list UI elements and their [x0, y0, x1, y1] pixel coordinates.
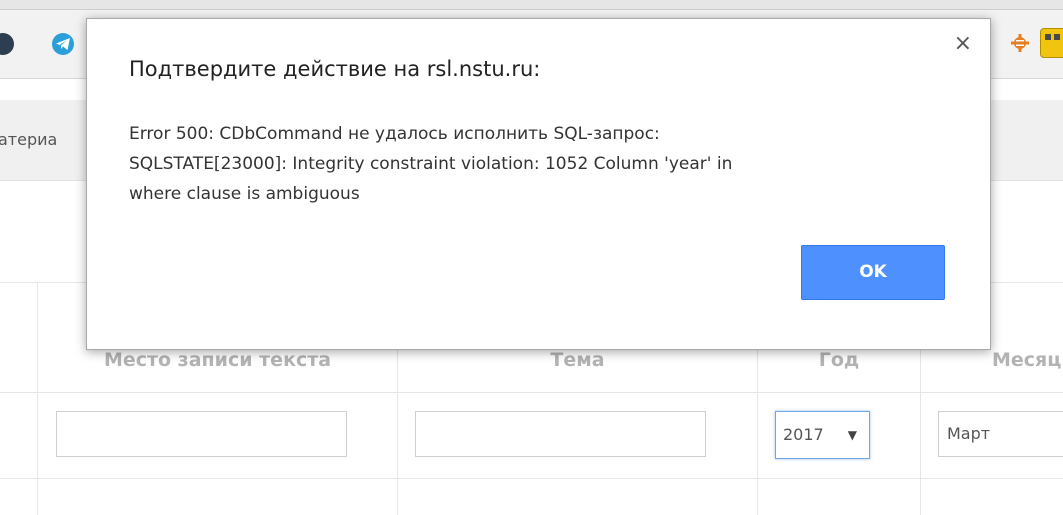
bus-window — [1054, 34, 1060, 40]
settings-gear-icon[interactable] — [1010, 33, 1030, 53]
toolbar-top-strip — [0, 0, 1063, 10]
nav-item-materials[interactable]: атериа — [0, 130, 57, 149]
place-filter-input[interactable] — [56, 411, 347, 457]
telegram-icon[interactable] — [52, 33, 74, 55]
bus-window — [1045, 34, 1051, 40]
dialog-message: Error 500: CDbCommand не удалось исполни… — [129, 119, 889, 209]
table-header-divider — [0, 392, 1063, 393]
month-select[interactable]: Март — [938, 411, 1063, 457]
dialog-message-line: Error 500: CDbCommand не удалось исполни… — [129, 124, 660, 144]
extension-dark-icon[interactable] — [0, 33, 14, 55]
header-month[interactable]: Месяц — [992, 340, 1063, 380]
year-select[interactable]: 2017 ▼ — [775, 411, 870, 459]
ok-button[interactable]: OK — [801, 245, 945, 300]
table-col-divider — [37, 282, 38, 515]
dialog-title: Подтвердите действие на rsl.nstu.ru: — [129, 57, 541, 81]
chevron-down-icon: ▼ — [847, 428, 857, 442]
year-select-value: 2017 — [783, 425, 824, 444]
dialog-message-line: SQLSTATE[23000]: Integrity constraint vi… — [129, 154, 733, 174]
dialog-message-line: where clause is ambiguous — [129, 184, 360, 204]
topic-filter-input[interactable] — [415, 411, 706, 457]
table-row-divider — [0, 478, 1063, 479]
confirm-dialog: × Подтвердите действие на rsl.nstu.ru: E… — [86, 18, 991, 350]
bus-icon[interactable] — [1040, 28, 1063, 58]
close-icon[interactable]: × — [954, 33, 972, 55]
